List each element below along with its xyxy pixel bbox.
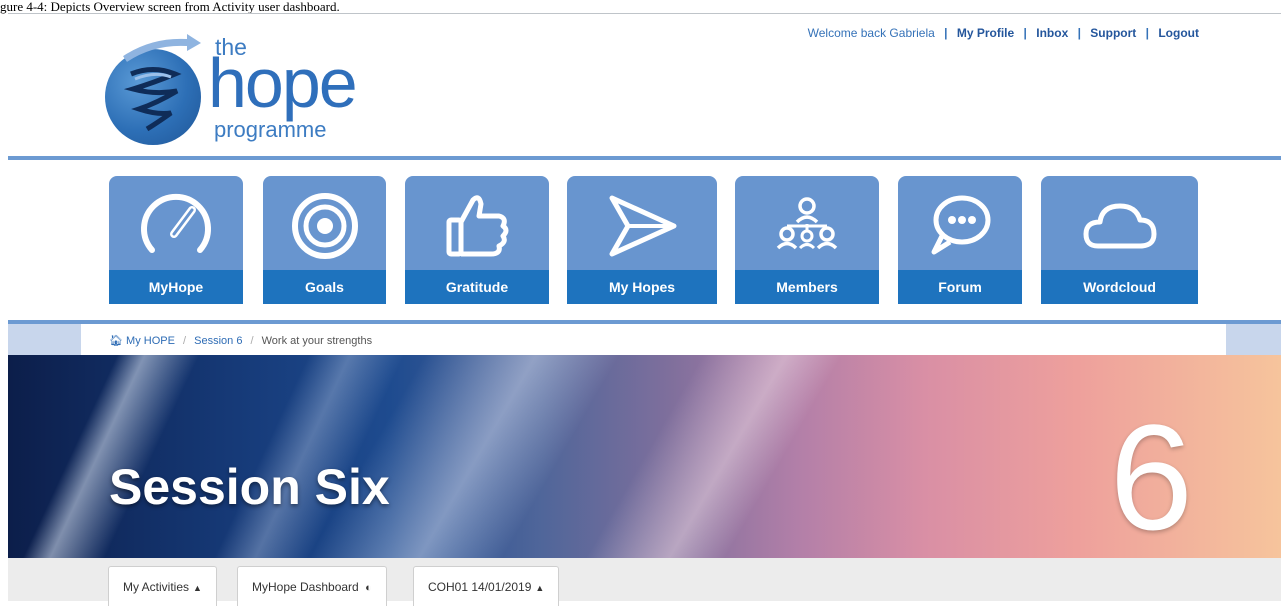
target-icon xyxy=(291,193,358,259)
breadcrumb-current: Work at your strengths xyxy=(261,335,373,347)
breadcrumb: 🏠︎ My HOPE / Session 6 / Work at your st… xyxy=(81,324,1226,355)
breadcrumb-bar: 🏠︎ My HOPE / Session 6 / Work at your st… xyxy=(8,324,1281,355)
main-nav: MyHope Goals Gratitude My Hopes Members … xyxy=(8,160,1281,320)
nav-label: MyHope xyxy=(109,270,243,304)
dashboard-icon: ◐ xyxy=(365,582,372,594)
inbox-link[interactable]: Inbox xyxy=(1036,26,1068,40)
nav-label: Wordcloud xyxy=(1041,270,1198,304)
caret-up-icon: ▲ xyxy=(535,583,545,593)
nav-label: Gratitude xyxy=(405,270,549,304)
nav-tile-wordcloud[interactable]: Wordcloud xyxy=(1041,176,1198,304)
myhope-dashboard-button[interactable]: MyHope Dashboard ◐ xyxy=(237,566,387,606)
hope-programme-logo[interactable]: the hope programme xyxy=(105,29,365,145)
paper-plane-icon xyxy=(609,195,677,257)
logo-swirl-icon xyxy=(123,34,201,132)
session-banner: Session Six 6 xyxy=(8,355,1281,558)
banner-title: Session Six xyxy=(109,459,390,515)
nav-label: Members xyxy=(735,270,879,304)
support-link[interactable]: Support xyxy=(1090,26,1136,40)
breadcrumb-home[interactable]: 🏠︎ My HOPE xyxy=(109,335,175,347)
logout-link[interactable]: Logout xyxy=(1158,26,1199,40)
members-network-icon xyxy=(776,197,838,250)
nav-tile-myhope[interactable]: MyHope xyxy=(109,176,243,304)
thumbs-up-icon xyxy=(446,195,509,257)
breadcrumb-session[interactable]: Session 6 xyxy=(194,335,242,347)
my-profile-link[interactable]: My Profile xyxy=(957,26,1014,40)
home-icon: 🏠︎ xyxy=(109,335,123,347)
figure-caption: gure 4-4: Depicts Overview screen from A… xyxy=(0,0,340,14)
nav-label: My Hopes xyxy=(567,270,717,304)
user-bar: Welcome back Gabriela | My Profile | Inb… xyxy=(807,26,1199,40)
nav-tile-gratitude[interactable]: Gratitude xyxy=(405,176,549,304)
nav-label: Forum xyxy=(898,270,1022,304)
activity-toolbar: My Activities ▲ MyHope Dashboard ◐ COH01 … xyxy=(8,558,1281,606)
welcome-text: Welcome back Gabriela xyxy=(807,26,935,40)
cloud-icon xyxy=(1083,203,1156,249)
speedometer-icon xyxy=(141,193,211,253)
banner-session-number: 6 xyxy=(1109,393,1193,558)
chat-bubbles-icon xyxy=(931,195,991,255)
my-activities-dropdown[interactable]: My Activities ▲ xyxy=(108,566,217,606)
cohort-dropdown[interactable]: COH01 14/01/2019 ▲ xyxy=(413,566,560,606)
logo-text-programme: programme xyxy=(214,117,327,142)
nav-tile-members[interactable]: Members xyxy=(735,176,879,304)
caret-up-icon: ▲ xyxy=(193,583,202,593)
nav-tile-my-hopes[interactable]: My Hopes xyxy=(567,176,717,304)
nav-tile-forum[interactable]: Forum xyxy=(898,176,1022,304)
logo-text-hope: hope xyxy=(208,44,358,122)
site-header: the hope programme Welcome back Gabriela… xyxy=(8,14,1281,156)
nav-label: Goals xyxy=(263,270,386,304)
nav-tile-goals[interactable]: Goals xyxy=(263,176,386,304)
